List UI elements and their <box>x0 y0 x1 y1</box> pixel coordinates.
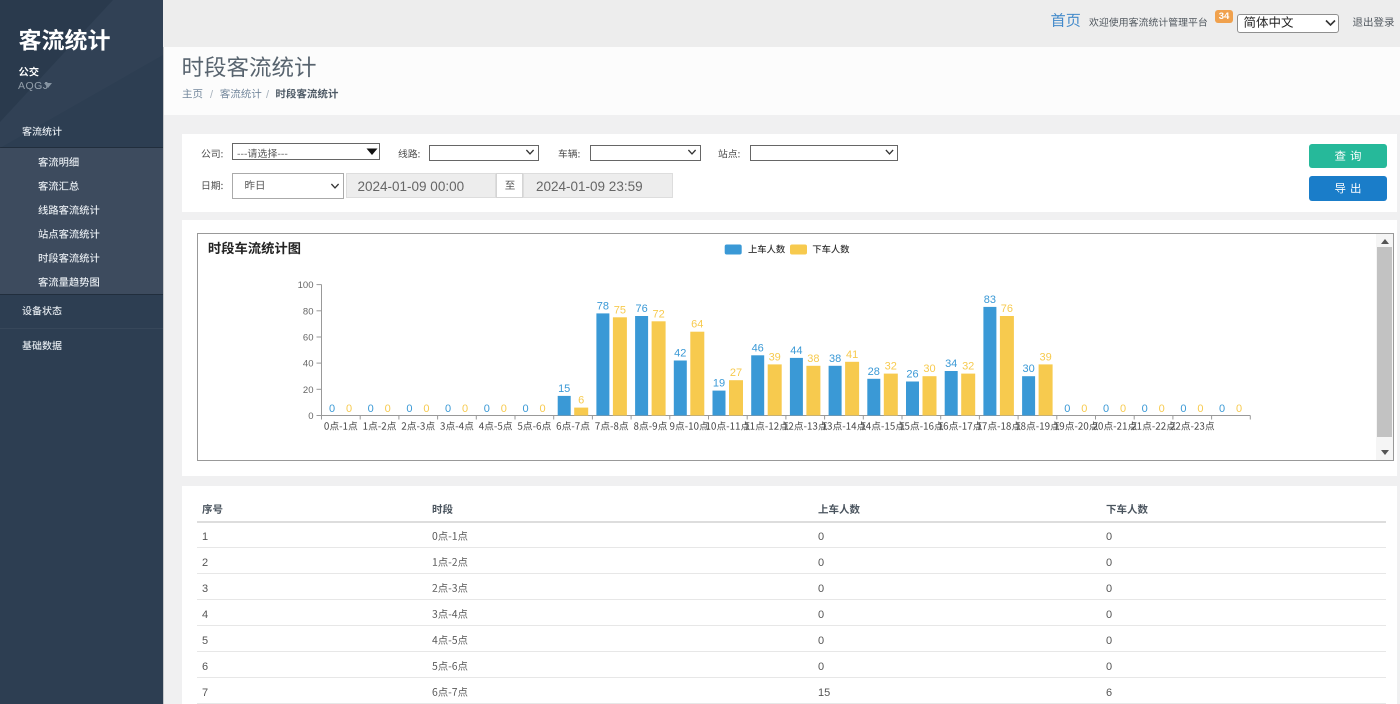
svg-text:0: 0 <box>1142 403 1148 415</box>
svg-text:39: 39 <box>1039 351 1051 363</box>
svg-text:83: 83 <box>984 294 996 306</box>
svg-text:0: 0 <box>539 403 545 415</box>
svg-text:0: 0 <box>346 403 352 415</box>
svg-text:0: 0 <box>1120 403 1126 415</box>
svg-text:0: 0 <box>462 403 468 415</box>
svg-text:64: 64 <box>691 319 703 331</box>
svg-text:34: 34 <box>945 358 957 370</box>
svg-text:26: 26 <box>906 369 918 381</box>
svg-text:0: 0 <box>522 403 528 415</box>
svg-text:44: 44 <box>790 345 802 357</box>
svg-text:0: 0 <box>308 411 313 422</box>
svg-text:20: 20 <box>303 385 314 396</box>
svg-text:0: 0 <box>1159 403 1165 415</box>
svg-text:60: 60 <box>303 333 314 344</box>
svg-text:32: 32 <box>885 361 897 373</box>
svg-text:75: 75 <box>614 304 626 316</box>
svg-text:0: 0 <box>1197 403 1203 415</box>
svg-text:0: 0 <box>501 403 507 415</box>
svg-text:30: 30 <box>923 363 935 375</box>
svg-text:76: 76 <box>1001 303 1013 315</box>
svg-text:32: 32 <box>962 361 974 373</box>
svg-text:38: 38 <box>829 353 841 365</box>
svg-text:0: 0 <box>1103 403 1109 415</box>
svg-text:76: 76 <box>635 303 647 315</box>
svg-text:42: 42 <box>674 348 686 360</box>
svg-text:38: 38 <box>807 353 819 365</box>
svg-text:0: 0 <box>329 403 335 415</box>
svg-text:6: 6 <box>578 395 584 407</box>
svg-text:30: 30 <box>1022 363 1034 375</box>
svg-text:0: 0 <box>1081 403 1087 415</box>
svg-text:0: 0 <box>484 403 490 415</box>
svg-text:0: 0 <box>368 403 374 415</box>
svg-text:78: 78 <box>597 300 609 312</box>
svg-text:27: 27 <box>730 367 742 379</box>
svg-text:80: 80 <box>303 306 314 317</box>
svg-text:0: 0 <box>1219 403 1225 415</box>
svg-text:28: 28 <box>868 366 880 378</box>
svg-text:0: 0 <box>423 403 429 415</box>
svg-text:0: 0 <box>445 403 451 415</box>
svg-text:0: 0 <box>385 403 391 415</box>
svg-text:72: 72 <box>652 308 664 320</box>
svg-text:46: 46 <box>752 342 764 354</box>
svg-text:15: 15 <box>558 383 570 395</box>
svg-text:39: 39 <box>769 351 781 363</box>
svg-text:0: 0 <box>1064 403 1070 415</box>
svg-text:0: 0 <box>1236 403 1242 415</box>
svg-text:19: 19 <box>713 378 725 390</box>
svg-text:0: 0 <box>406 403 412 415</box>
svg-text:100: 100 <box>298 280 314 291</box>
svg-text:41: 41 <box>846 349 858 361</box>
svg-text:0: 0 <box>1180 403 1186 415</box>
svg-text:40: 40 <box>303 359 314 370</box>
